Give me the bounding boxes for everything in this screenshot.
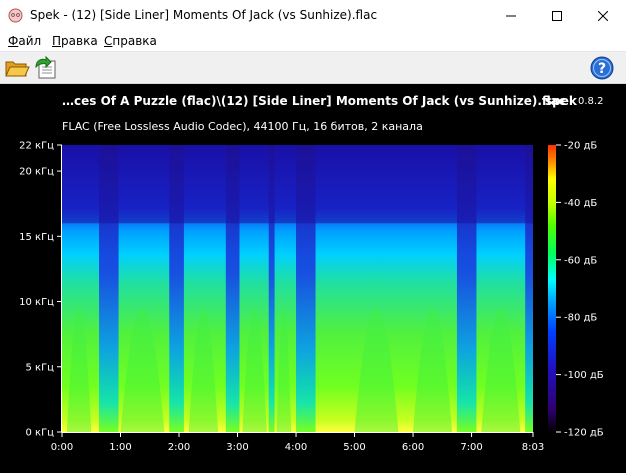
colorbar bbox=[548, 145, 556, 432]
y-tick-label: 22 кГц bbox=[19, 141, 54, 152]
x-tick-label: 2:00 bbox=[168, 442, 190, 453]
colorbar-tick-label: -40 дБ bbox=[564, 198, 597, 209]
spectrogram-heatmap bbox=[62, 145, 533, 432]
y-tick-label: 20 кГц bbox=[19, 167, 54, 178]
file-name-label: …ces Of A Puzzle (flac)\(12) [Side Liner… bbox=[62, 94, 566, 108]
y-tick-label: 10 кГц bbox=[19, 297, 54, 308]
colorbar-tick-label: -20 дБ bbox=[564, 141, 597, 152]
spek-name-label: spek bbox=[545, 94, 577, 108]
stream-info-label: FLAC (Free Lossless Audio Codec), 44100 … bbox=[62, 120, 423, 133]
frequency-axis: 0 кГц 5 кГц 10 кГц 15 кГц 20 кГц 22 кГц bbox=[19, 141, 62, 439]
cutoff-band bbox=[62, 145, 533, 224]
colorbar-tick-label: -100 дБ bbox=[564, 370, 604, 381]
x-tick-label: 3:00 bbox=[226, 442, 248, 453]
x-tick-label: 5:00 bbox=[343, 442, 365, 453]
y-tick-label: 0 кГц bbox=[26, 428, 55, 439]
colorbar-tick-label: -60 дБ bbox=[564, 255, 597, 266]
x-tick-label: 7:00 bbox=[460, 442, 482, 453]
spectrogram-chart: 0 кГц 5 кГц 10 кГц 15 кГц 20 кГц 22 кГц 0:00 1… bbox=[19, 141, 604, 454]
x-tick-label: 6:00 bbox=[402, 442, 424, 453]
spek-version-label: 0.8.2 bbox=[578, 96, 604, 107]
y-tick-label: 15 кГц bbox=[19, 232, 54, 243]
x-tick-label: 8:03 bbox=[522, 442, 544, 453]
colorbar-tick-label: -80 дБ bbox=[564, 313, 597, 324]
x-tick-label: 4:00 bbox=[285, 442, 307, 453]
time-axis: 0:00 1:00 2:00 3:00 4:00 5:00 6:00 7:00 8:03 bbox=[51, 432, 544, 453]
colorbar-axis: -20 дБ -40 дБ -60 дБ -80 дБ -100 дБ -120 дБ bbox=[556, 141, 604, 439]
y-tick-label: 5 кГц bbox=[26, 362, 55, 373]
x-tick-label: 0:00 bbox=[51, 442, 73, 453]
x-tick-label: 1:00 bbox=[109, 442, 131, 453]
colorbar-tick-label: -120 дБ bbox=[564, 428, 604, 439]
